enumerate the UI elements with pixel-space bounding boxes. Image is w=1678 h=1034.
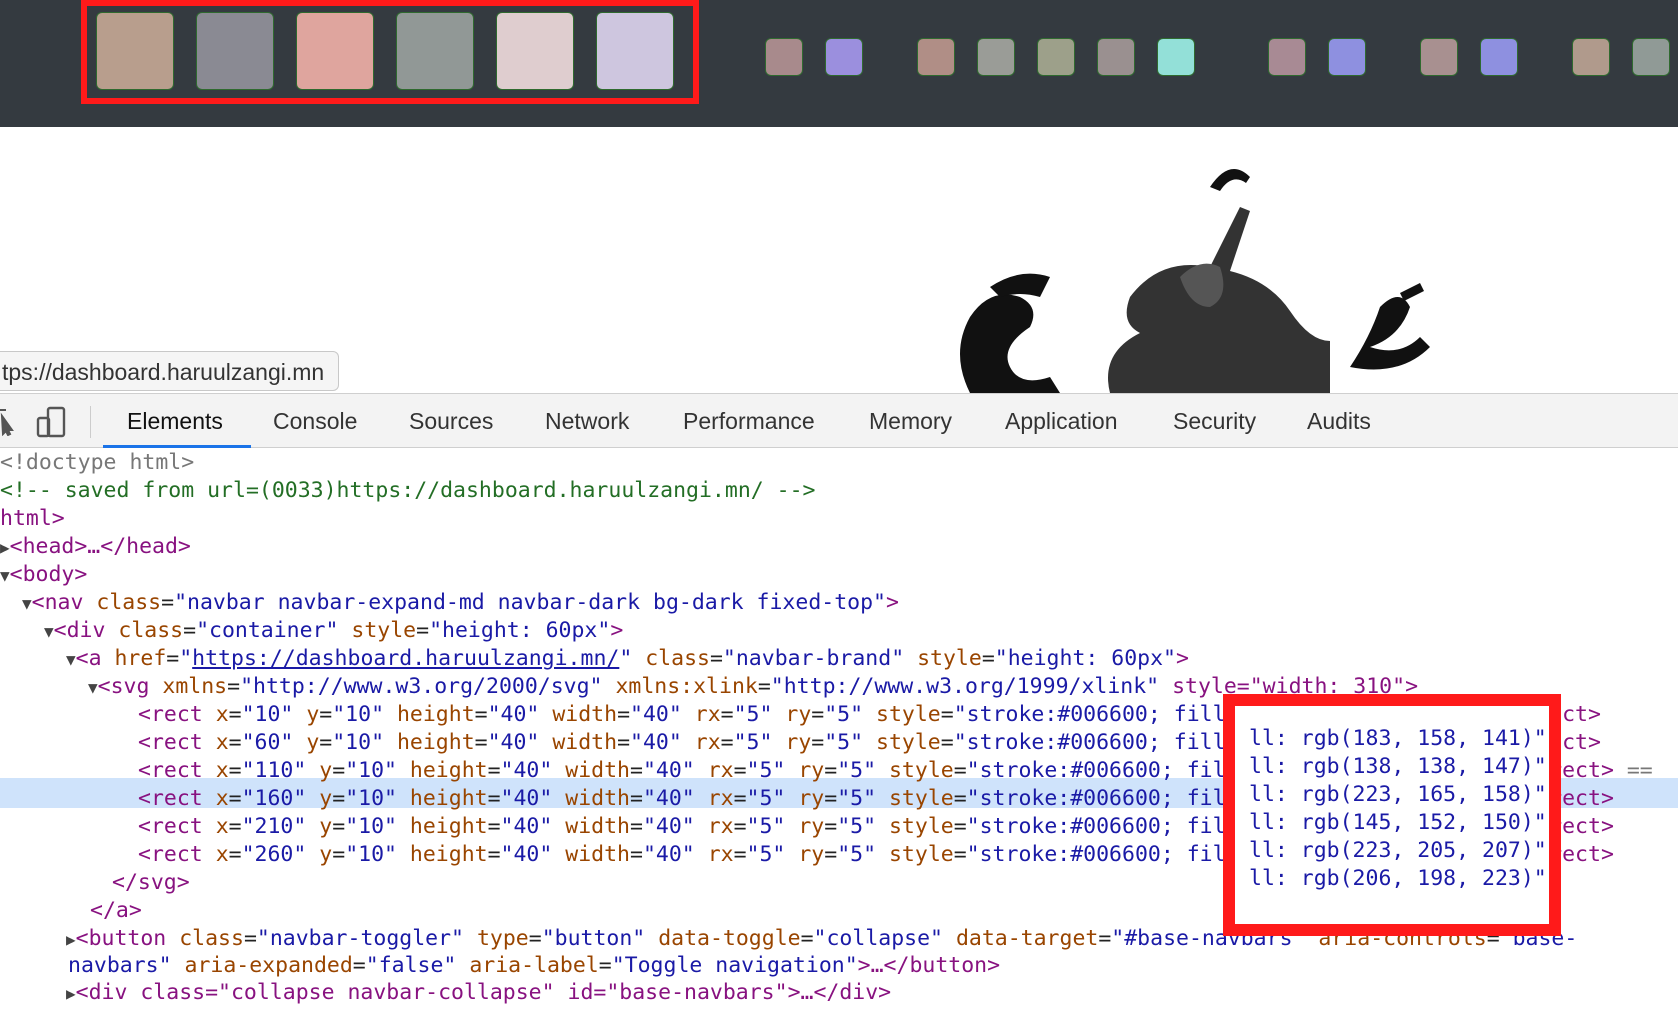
dom-line-body[interactable]: ▼<body> bbox=[0, 560, 87, 590]
navbar-color-square bbox=[1157, 38, 1195, 76]
navbar-color-square bbox=[1632, 38, 1670, 76]
navbar-color-square bbox=[1420, 38, 1458, 76]
tab-performance[interactable]: Performance bbox=[683, 394, 815, 448]
highlighted-fill-value: ll: rgb(206, 198, 223)" bbox=[1249, 866, 1547, 891]
highlighted-fill-value: ll: rgb(145, 152, 150)" bbox=[1249, 810, 1547, 835]
highlighted-fill-value: ll: rgb(138, 138, 147)" bbox=[1249, 754, 1547, 779]
devtools-panel: Elements Console Sources Network Performance… bbox=[0, 393, 1678, 1034]
tab-memory[interactable]: Memory bbox=[869, 394, 952, 448]
fill-values-highlight-box: ll: rgb(183, 158, 141)" ll: rgb(138, 138,… bbox=[1223, 694, 1561, 936]
dom-line-doctype[interactable]: <!doctype html> bbox=[0, 448, 194, 478]
inspect-element-icon[interactable] bbox=[0, 406, 16, 436]
devtools-tabbar: Elements Console Sources Network Performance… bbox=[0, 393, 1678, 448]
navbar-color-square bbox=[1480, 38, 1518, 76]
dom-line-svg[interactable]: ▼<svg xmlns="http://www.w3.org/2000/svg"… bbox=[88, 672, 1418, 702]
navbar-color-square bbox=[1097, 38, 1135, 76]
tab-audits[interactable]: Audits bbox=[1307, 394, 1371, 448]
tab-application[interactable]: Application bbox=[1005, 394, 1118, 448]
navbar-color-square bbox=[1037, 38, 1075, 76]
expand-triangle-icon[interactable]: ▶ bbox=[0, 538, 10, 557]
highlighted-fill-value: ll: rgb(183, 158, 141)" bbox=[1249, 726, 1547, 751]
navbar-color-square bbox=[1268, 38, 1306, 76]
dom-line-container[interactable]: ▼<div class="container" style="height: 6… bbox=[44, 616, 623, 646]
collapse-triangle-icon[interactable]: ▼ bbox=[66, 650, 76, 669]
highlighted-fill-value: ll: rgb(223, 165, 158)" bbox=[1249, 782, 1547, 807]
dom-line-html[interactable]: html> bbox=[0, 504, 65, 534]
tab-security[interactable]: Security bbox=[1173, 394, 1256, 448]
highlighted-fill-value: ll: rgb(223, 205, 207)" bbox=[1249, 838, 1547, 863]
dom-line-button-cont[interactable]: navbars" aria-expanded="false" aria-labe… bbox=[68, 951, 1000, 981]
dom-line-svg-close[interactable]: </svg> bbox=[112, 868, 190, 898]
dom-line-comment[interactable]: <!-- saved from url=(0033)https://dashbo… bbox=[0, 476, 815, 506]
dom-line-head[interactable]: ▶<head>…</head> bbox=[0, 532, 191, 562]
device-toolbar-icon[interactable] bbox=[36, 406, 66, 438]
navbar-color-square bbox=[977, 38, 1015, 76]
navbar-color-square bbox=[765, 38, 803, 76]
status-url-tooltip: tps://dashboard.haruulzangi.mn bbox=[0, 351, 340, 391]
top-navbar bbox=[0, 0, 1678, 127]
brand-highlight-box bbox=[81, 0, 699, 104]
collapse-triangle-icon[interactable]: ▼ bbox=[0, 566, 10, 585]
horseman-banner-image bbox=[960, 169, 1430, 393]
tab-sources[interactable]: Sources bbox=[409, 394, 493, 448]
dom-line-collapse-div[interactable]: ▶<div class="collapse navbar-collapse" i… bbox=[66, 978, 891, 1008]
expand-triangle-icon[interactable]: ▶ bbox=[66, 930, 76, 949]
href-link[interactable]: https://dashboard.haruulzangi.mn/ bbox=[192, 646, 619, 671]
toolbar-separator bbox=[90, 406, 91, 438]
dom-line-anchor[interactable]: ▼<a href="https://dashboard.haruulzangi.… bbox=[66, 644, 1189, 674]
dom-line-nav[interactable]: ▼<nav class="navbar navbar-expand-md nav… bbox=[22, 588, 899, 618]
tab-console[interactable]: Console bbox=[273, 394, 357, 448]
navbar-color-square bbox=[825, 38, 863, 76]
collapse-triangle-icon[interactable]: ▼ bbox=[22, 594, 32, 613]
collapse-triangle-icon[interactable]: ▼ bbox=[88, 678, 98, 697]
expand-triangle-icon[interactable]: ▶ bbox=[66, 984, 76, 1003]
tab-elements[interactable]: Elements bbox=[127, 394, 223, 448]
dom-line-a-close[interactable]: </a> bbox=[90, 896, 142, 926]
navbar-color-square bbox=[1328, 38, 1366, 76]
tab-network[interactable]: Network bbox=[545, 394, 629, 448]
navbar-color-square bbox=[917, 38, 955, 76]
collapse-triangle-icon[interactable]: ▼ bbox=[44, 622, 54, 641]
navbar-color-square bbox=[1572, 38, 1610, 76]
